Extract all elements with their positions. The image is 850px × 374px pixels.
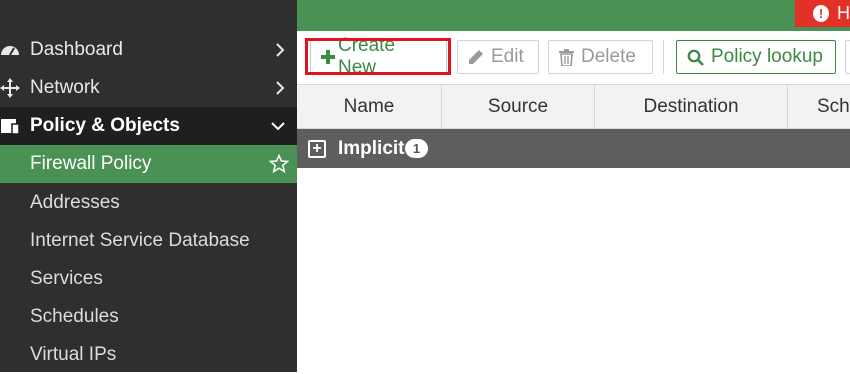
sidebar-item-label: Virtual IPs: [30, 344, 117, 365]
sidebar-item-services[interactable]: Services: [0, 260, 297, 298]
create-new-button[interactable]: Create New: [310, 35, 447, 78]
table-header: Name Source Destination Sch: [297, 84, 850, 129]
sidebar-item-internet-service-database[interactable]: Internet Service Database: [0, 222, 297, 260]
sidebar-item-label: Schedules: [30, 306, 119, 327]
sidebar-item-label: Internet Service Database: [30, 230, 250, 251]
edit-button[interactable]: Edit: [457, 40, 539, 74]
sidebar-item-firewall-policy[interactable]: Firewall Policy: [0, 145, 297, 183]
policy-icon: [0, 107, 22, 145]
column-header-name[interactable]: Name: [297, 85, 442, 129]
search-icon: [687, 49, 704, 66]
trash-icon: [559, 48, 574, 66]
top-bar: ! H: [297, 0, 850, 31]
chevron-down-icon: [271, 107, 285, 145]
toolbar: Create New Edit Delete Policy lookup: [297, 31, 850, 84]
group-count-badge: 1: [405, 139, 428, 158]
sidebar-item-network[interactable]: Network: [0, 69, 297, 107]
sidebar-item-virtual-ips[interactable]: Virtual IPs: [0, 336, 297, 374]
edit-label: Edit: [491, 46, 524, 67]
alert-badge[interactable]: ! H: [795, 0, 850, 27]
table-group-row[interactable]: + Implicit 1: [297, 129, 850, 168]
chevron-right-icon: [275, 31, 285, 69]
sidebar-item-schedules[interactable]: Schedules: [0, 298, 297, 336]
sidebar: Dashboard Network Policy & Objects Firew…: [0, 0, 297, 372]
column-header-source[interactable]: Source: [442, 85, 595, 129]
chevron-right-icon: [275, 69, 285, 107]
sidebar-item-label: Network: [30, 77, 100, 98]
exclamation-icon: !: [813, 5, 829, 22]
more-button[interactable]: [845, 40, 850, 74]
network-icon: [0, 69, 22, 107]
sidebar-item-label: Firewall Policy: [30, 153, 152, 174]
column-header-destination[interactable]: Destination: [595, 85, 788, 129]
sidebar-item-policy-objects[interactable]: Policy & Objects: [0, 107, 297, 145]
plus-icon: [321, 50, 335, 64]
delete-button[interactable]: Delete: [548, 40, 653, 74]
column-header-schedule[interactable]: Sch: [788, 85, 850, 129]
star-icon[interactable]: [269, 145, 289, 183]
sidebar-item-label: Addresses: [30, 192, 120, 213]
group-label: Implicit: [338, 137, 405, 159]
sidebar-item-label: Services: [30, 268, 103, 289]
policy-lookup-button[interactable]: Policy lookup: [676, 40, 836, 74]
pencil-icon: [468, 49, 484, 65]
create-new-label: Create New: [338, 35, 396, 78]
delete-label: Delete: [581, 46, 636, 67]
sidebar-item-label: Dashboard: [30, 39, 123, 60]
alert-text: H: [837, 3, 850, 23]
sidebar-item-label: Policy & Objects: [30, 115, 180, 136]
toolbar-divider: [663, 40, 664, 74]
expand-icon[interactable]: +: [308, 140, 326, 158]
dashboard-icon: [0, 31, 22, 69]
policy-lookup-label: Policy lookup: [711, 46, 823, 67]
sidebar-item-addresses[interactable]: Addresses: [0, 184, 297, 222]
sidebar-item-dashboard[interactable]: Dashboard: [0, 31, 297, 69]
